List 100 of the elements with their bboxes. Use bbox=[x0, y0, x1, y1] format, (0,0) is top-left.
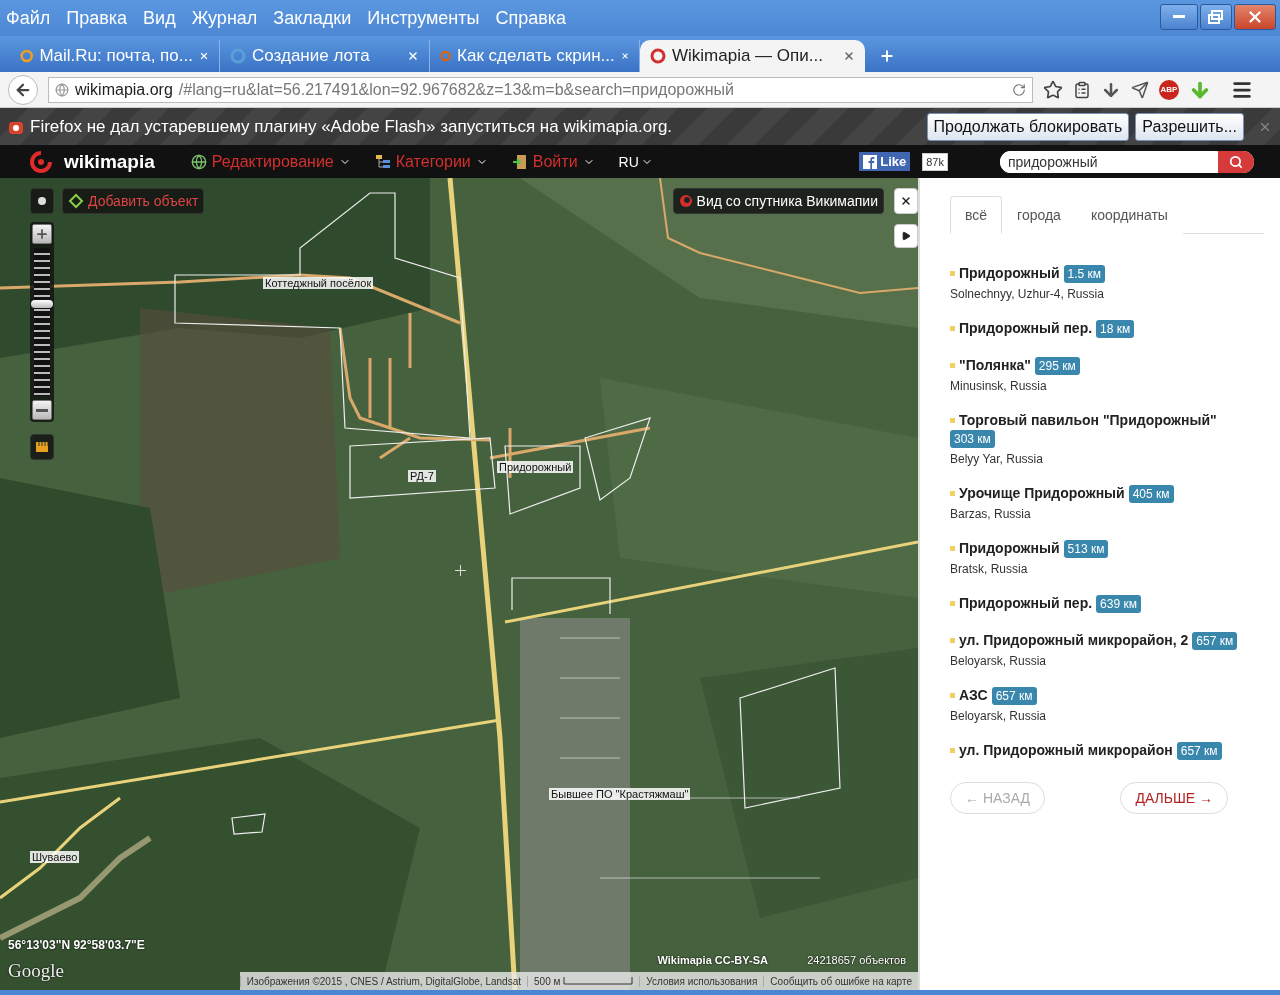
result-location: Barzas, Russia bbox=[950, 507, 1032, 521]
adblock-badge[interactable]: ABP bbox=[1159, 79, 1179, 100]
zoom-slider[interactable] bbox=[34, 248, 50, 396]
zoom-slider-thumb[interactable] bbox=[31, 300, 53, 309]
scale-bar-icon bbox=[563, 977, 634, 985]
result-location: Beloyarsk, Russia bbox=[950, 709, 1048, 723]
map-label: Коттеджный посёлок bbox=[263, 277, 374, 289]
scale-label: 500 м bbox=[527, 975, 640, 987]
result-link[interactable]: Придорожный пер. bbox=[959, 320, 1093, 336]
bullet-icon bbox=[950, 601, 955, 607]
like-button[interactable]: Like bbox=[859, 152, 911, 171]
clipboard-icon[interactable] bbox=[1073, 80, 1091, 99]
result-link[interactable]: Придорожный bbox=[959, 265, 1060, 281]
new-tab-icon[interactable] bbox=[879, 48, 895, 64]
distance-badge: 303 км bbox=[950, 430, 995, 448]
add-object-button[interactable]: Добавить объект bbox=[62, 188, 205, 214]
dot-icon bbox=[37, 196, 47, 206]
back-button[interactable] bbox=[8, 74, 38, 105]
minimize-button[interactable] bbox=[1160, 4, 1198, 30]
site-menu-button[interactable]: Категории bbox=[368, 152, 494, 171]
result-location: Solnechnyy, Uzhur-4, Russia bbox=[950, 287, 1105, 301]
tab-favicon-icon bbox=[230, 48, 246, 64]
result-location: Minusinsk, Russia bbox=[950, 379, 1048, 393]
bullet-icon bbox=[950, 638, 955, 644]
bullet-icon bbox=[950, 326, 955, 332]
globe-icon bbox=[190, 153, 207, 170]
pager-button[interactable]: ДАЛЬШЕ → bbox=[1120, 782, 1228, 814]
bullet-icon bbox=[950, 418, 955, 424]
close-icon[interactable] bbox=[620, 50, 629, 62]
object-count: 24218657 объектов bbox=[807, 954, 906, 966]
result-link[interactable]: Придорожный bbox=[959, 540, 1060, 556]
notification-button[interactable]: Разрешить... bbox=[1135, 112, 1244, 141]
address-field[interactable]: wikimapia.org /#lang=ru&lat=56.217491&lon=92.967682&z=13&m=b&search=придорожный bbox=[48, 76, 1033, 103]
reload-icon[interactable] bbox=[1012, 82, 1026, 97]
bullet-icon bbox=[950, 363, 955, 369]
facebook-icon bbox=[863, 154, 878, 169]
result-link[interactable]: Урочище Придорожный bbox=[959, 485, 1125, 501]
language-button[interactable]: RU bbox=[612, 152, 659, 171]
like-count: 87k bbox=[922, 152, 948, 171]
site-menu-button[interactable]: Редактирование bbox=[184, 152, 357, 171]
ruler-button[interactable] bbox=[30, 434, 54, 460]
distance-badge: 657 км bbox=[1176, 742, 1222, 760]
search-icon bbox=[1229, 154, 1243, 169]
bullet-icon bbox=[950, 491, 955, 497]
search-button[interactable] bbox=[1218, 150, 1254, 173]
result-link[interactable]: Торговый павильон "Придорожный" bbox=[959, 412, 1217, 428]
distance-badge: 639 км bbox=[1096, 595, 1141, 613]
result-link[interactable]: АЗС bbox=[959, 687, 988, 703]
distance-badge: 295 км bbox=[1034, 357, 1080, 375]
notification-button[interactable]: Продолжать блокировать bbox=[926, 112, 1130, 141]
imagery-credit: Изображения ©2015 , CNES / Astrium, DigitalGlobe, Landsat bbox=[239, 975, 527, 987]
bullet-icon bbox=[950, 693, 955, 699]
map-label: Бывшее ПО "Крастяжмаш" bbox=[549, 788, 691, 800]
result-link[interactable]: Придорожный пер. bbox=[959, 595, 1093, 611]
tab-favicon-icon bbox=[650, 48, 666, 64]
site-menu-button[interactable]: Войти bbox=[505, 152, 601, 171]
search-field[interactable]: придорожный bbox=[1000, 150, 1254, 173]
close-icon[interactable] bbox=[843, 50, 855, 62]
close-icon bbox=[1246, 8, 1264, 26]
globe-icon bbox=[55, 82, 69, 97]
result-link[interactable]: "Полянка" bbox=[959, 357, 1031, 373]
result-location: Belyy Yar, Russia bbox=[950, 452, 1044, 466]
star-icon[interactable] bbox=[1043, 79, 1063, 100]
results-tab[interactable]: всё bbox=[950, 196, 1003, 234]
add-object-icon bbox=[68, 193, 84, 209]
distance-badge: 405 км bbox=[1128, 485, 1174, 503]
browser-tab[interactable]: Wikimapia — Опи... bbox=[640, 40, 865, 72]
distance-badge: 1.5 км bbox=[1063, 265, 1106, 283]
paper-plane-icon[interactable] bbox=[1131, 80, 1149, 99]
map-label: Придорожный bbox=[497, 461, 574, 473]
distance-badge: 513 км bbox=[1063, 540, 1109, 558]
maximize-button[interactable] bbox=[1200, 4, 1232, 30]
close-icon bbox=[900, 194, 912, 208]
map-link[interactable]: Условия использования bbox=[639, 975, 764, 987]
locate-button[interactable] bbox=[30, 188, 54, 214]
distance-badge: 18 км bbox=[1096, 320, 1135, 338]
close-button[interactable] bbox=[1234, 4, 1276, 30]
close-icon[interactable] bbox=[407, 50, 419, 62]
logo-icon bbox=[30, 150, 52, 173]
result-link[interactable]: ул. Придорожный микрорайон, 2 bbox=[959, 632, 1189, 648]
close-panel-button[interactable] bbox=[894, 188, 918, 214]
ruler-icon bbox=[36, 442, 48, 452]
map-label: РД-7 bbox=[408, 470, 436, 482]
tree-icon bbox=[374, 153, 391, 170]
logo-text: wikimapia bbox=[64, 150, 155, 173]
notification-message: Firefox не дал устаревшему плагину «Adobe Flash» запуститься на wikimapia.org. bbox=[30, 116, 673, 137]
maximize-icon bbox=[1208, 10, 1224, 24]
zoom-out-button[interactable] bbox=[32, 400, 52, 420]
expand-panel-button[interactable] bbox=[894, 224, 918, 248]
result-location: Beloyarsk, Russia bbox=[950, 654, 1048, 668]
bullet-icon bbox=[950, 271, 955, 277]
distance-badge: 657 км bbox=[1192, 632, 1238, 650]
satellite-icon bbox=[678, 194, 693, 208]
result-location: Bratsk, Russia bbox=[950, 562, 1029, 576]
zoom-in-button[interactable] bbox=[32, 224, 52, 244]
coordinates-text: 56°13'03"N 92°58'03.7"E bbox=[8, 938, 145, 952]
satellite-view-button[interactable]: Вид со спутника Викимапии bbox=[672, 188, 884, 214]
bullet-icon bbox=[950, 748, 955, 754]
result-link[interactable]: ул. Придорожный микрорайон bbox=[959, 742, 1173, 758]
close-icon[interactable] bbox=[198, 50, 209, 62]
